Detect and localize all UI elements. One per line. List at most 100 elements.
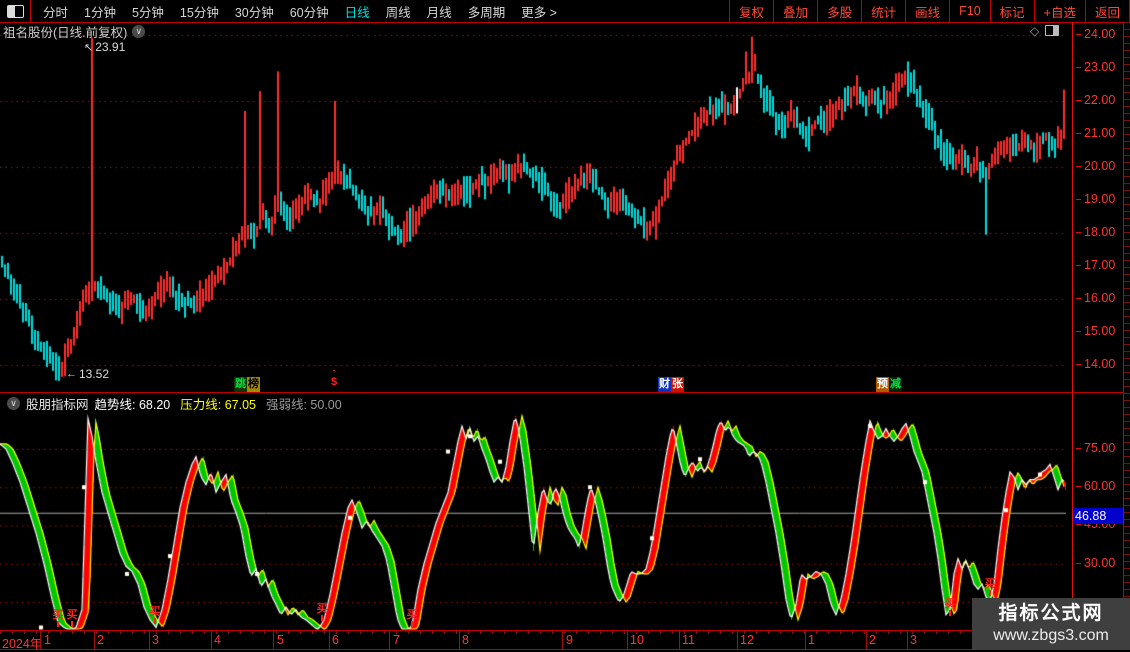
diamond-icon[interactable]: ◇ — [1030, 25, 1039, 37]
buy-marker: 买 — [942, 599, 958, 617]
event-marker: 跳榜 — [234, 377, 260, 392]
month-label: 3 — [910, 633, 917, 647]
month-label: 2 — [869, 633, 876, 647]
indicator-tick: 30.00 — [1076, 556, 1126, 570]
month-separator — [329, 631, 330, 649]
month-label: 9 — [566, 633, 573, 647]
split-window-icon[interactable] — [1045, 25, 1060, 36]
toolbar-item-7[interactable]: 周线 — [378, 2, 419, 21]
month-label: 4 — [214, 633, 221, 647]
panel-divider — [0, 392, 1130, 393]
toolbar-action-3[interactable]: 统计 — [861, 0, 905, 22]
legend-item-0: 趋势线: 68.20 — [94, 398, 171, 412]
right-edge-strip — [1123, 22, 1130, 598]
buy-marker: 买 — [982, 578, 998, 596]
toolbar: 分时 1分钟 5分钟 15分钟 30分钟 60分钟 日线 周线 月线 多周期 更多 > 复权 叠加 多股… — [0, 0, 1130, 23]
indicator-name: 股朋指标网 — [26, 398, 89, 412]
month-separator — [273, 631, 274, 649]
indicator-chart[interactable] — [0, 410, 1066, 632]
toolbar-item-3[interactable]: 15分钟 — [172, 2, 227, 21]
toolbar-action-5[interactable]: F10 — [949, 0, 990, 22]
window-icon[interactable] — [7, 4, 24, 18]
month-separator — [866, 631, 867, 649]
month-label: 11 — [682, 633, 695, 647]
date-axis: 2024年 1 2 3 4 5 6 7 8 9 10 11 12 1 2 3 — [0, 630, 1072, 651]
watermark-title: 指标公式网 — [998, 603, 1104, 624]
candlestick-chart[interactable] — [0, 28, 1066, 392]
price-tick: 21.00 — [1076, 126, 1126, 140]
month-separator — [40, 631, 41, 649]
price-tick: 18.00 — [1076, 225, 1126, 239]
buy-marker: 买 — [147, 606, 163, 624]
toolbar-action-2[interactable]: 多股 — [817, 0, 861, 22]
month-label: 5 — [277, 633, 284, 647]
toolbar-item-8[interactable]: 月线 — [419, 2, 460, 21]
page-title[interactable]: 祖名股份(日线.前复权) — [3, 22, 127, 41]
toolbar-item-6[interactable]: 日线 — [337, 2, 378, 21]
indicator-header: ∨ 股朋指标网 趋势线: 68.20 压力线: 67.05 强弱线: 50.00 — [2, 396, 342, 412]
chevron-down-icon[interactable]: ∨ — [132, 25, 146, 38]
month-label: 7 — [393, 633, 400, 647]
month-separator — [459, 631, 460, 649]
toolbar-action-6[interactable]: 标记 — [989, 0, 1034, 22]
divider — [30, 0, 31, 22]
toolbar-action-4[interactable]: 画线 — [905, 0, 949, 22]
month-label: 1 — [44, 633, 51, 647]
toolbar-item-2[interactable]: 5分钟 — [124, 2, 172, 21]
price-tick: 15.00 — [1076, 324, 1126, 338]
arrow-icon: ← — [66, 368, 77, 380]
watermark-url: www.zbgs3.com — [993, 627, 1109, 644]
month-separator — [805, 631, 806, 649]
month-separator — [907, 631, 908, 649]
toolbar-item-0[interactable]: 分时 — [35, 2, 76, 21]
price-tick: 16.00 — [1076, 291, 1126, 305]
month-separator — [627, 631, 628, 649]
low-annotation: ← 13.52 — [66, 367, 110, 381]
month-separator — [94, 631, 95, 649]
title-bar: 祖名股份(日线.前复权) ∨ — [3, 22, 146, 41]
price-tick: 23.00 — [1076, 60, 1126, 74]
toolbar-actions-group: 复权 叠加 多股 统计 画线 F10 标记 +自选 返回 — [729, 0, 1130, 22]
year-label: 2024年 — [2, 637, 43, 651]
price-tick: 14.00 — [1076, 357, 1126, 371]
month-label: 8 — [462, 633, 469, 647]
price-tick: 22.00 — [1076, 93, 1126, 107]
dollar-marker: ˆ $ — [331, 369, 338, 388]
buy-marker: 买 — [314, 604, 330, 622]
month-separator — [737, 631, 738, 649]
month-label: 6 — [332, 633, 339, 647]
buy-marker: 买 — [404, 610, 420, 627]
month-separator — [679, 631, 680, 649]
toolbar-item-10[interactable]: 更多 > — [513, 2, 565, 21]
month-separator — [562, 631, 563, 649]
month-label: 3 — [152, 633, 159, 647]
corner-icons: ◇ — [1030, 25, 1060, 37]
toolbar-item-9[interactable]: 多周期 — [460, 2, 514, 21]
month-separator — [389, 631, 390, 649]
month-separator — [211, 631, 212, 649]
price-tick: 17.00 — [1076, 258, 1126, 272]
month-label: 1 — [808, 633, 815, 647]
toolbar-item-4[interactable]: 30分钟 — [227, 2, 282, 21]
indicator-tick: 60.00 — [1076, 479, 1126, 493]
toolbar-action-7[interactable]: +自选 — [1033, 0, 1085, 22]
toolbar-item-5[interactable]: 60分钟 — [282, 2, 337, 21]
price-tick: 20.00 — [1076, 159, 1126, 173]
price-tick: 19.00 — [1076, 192, 1126, 206]
toolbar-item-1[interactable]: 1分钟 — [76, 2, 124, 21]
toolbar-action-8[interactable]: 返回 — [1084, 0, 1129, 22]
month-label: 10 — [630, 633, 644, 647]
month-label: 2 — [97, 633, 104, 647]
toolbar-action-1[interactable]: 叠加 — [773, 0, 817, 22]
legend-item-1: 压力线: 67.05 — [180, 398, 256, 412]
indicator-tick: 75.00 — [1076, 441, 1126, 455]
month-label: 12 — [740, 633, 754, 647]
price-axis-line — [1072, 22, 1073, 648]
legend-item-2: 强弱线: 50.00 — [265, 398, 342, 412]
high-annotation: ↖ 23.91 — [84, 40, 126, 54]
toolbar-action-0[interactable]: 复权 — [729, 0, 773, 22]
price-tick: 24.00 — [1076, 27, 1126, 41]
toolbar-period-group: 分时 1分钟 5分钟 15分钟 30分钟 60分钟 日线 周线 月线 多周期 更多 > — [35, 0, 565, 22]
chevron-down-icon[interactable]: ∨ — [7, 397, 20, 410]
watermark: 指标公式网 www.zbgs3.com — [972, 598, 1130, 650]
